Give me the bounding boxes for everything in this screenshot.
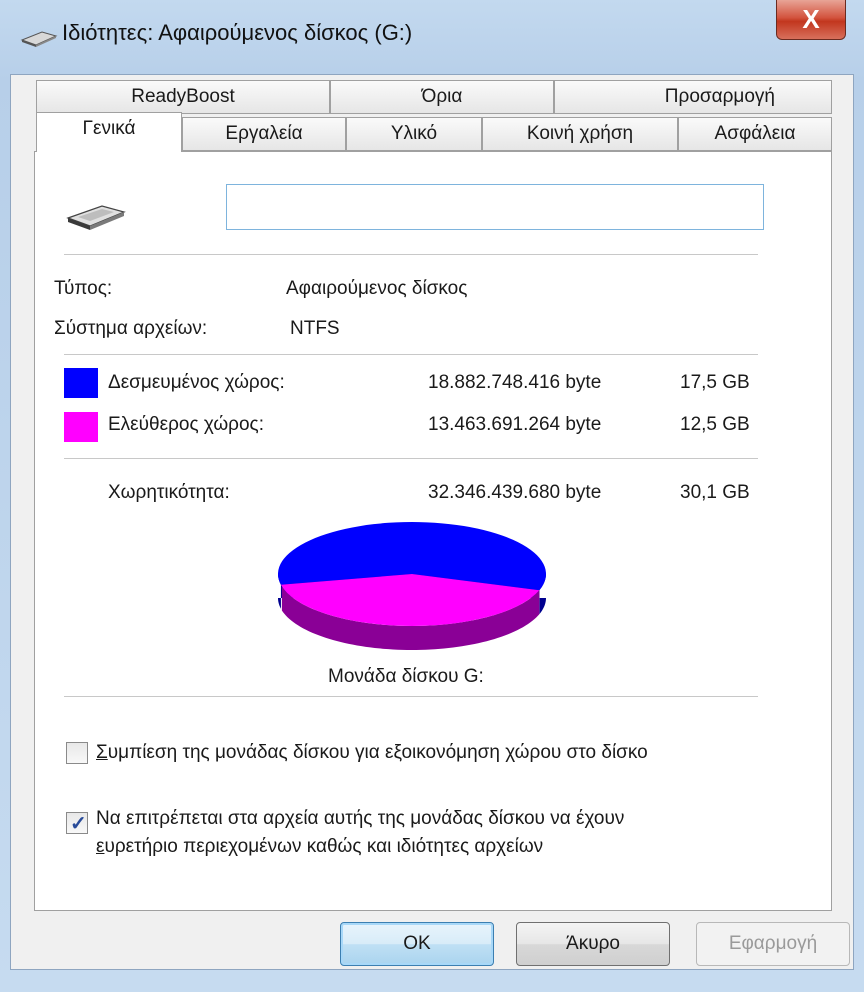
free-space-swatch xyxy=(64,412,98,442)
index-checkbox[interactable]: ✓ xyxy=(66,812,88,835)
cancel-button[interactable]: Άκυρο xyxy=(516,922,670,966)
drive-caption: Μονάδα δίσκου G: xyxy=(328,666,484,687)
compress-label-text: υμπίεση της μονάδας δίσκου για εξοικονόμ… xyxy=(107,742,648,763)
used-space-swatch xyxy=(64,368,98,398)
ok-button[interactable]: OK xyxy=(340,922,494,966)
window-title: Ιδιότητες: Αφαιρούμενος δίσκος (G:) xyxy=(62,20,413,45)
capacity-bytes: 32.346.439.680 byte xyxy=(428,482,602,503)
type-value: Αφαιρούμενος δίσκος xyxy=(286,278,468,299)
removable-drive-icon xyxy=(66,205,126,230)
compress-label[interactable]: Συμπίεση της μονάδας δίσκου για εξοικονό… xyxy=(96,742,648,764)
tab-general[interactable]: Γενικά xyxy=(36,112,182,152)
tab-customize[interactable]: Προσαρμογή xyxy=(554,80,832,114)
used-space-label: Δεσμευμένος χώρος: xyxy=(108,372,285,393)
tab-security[interactable]: Ασφάλεια xyxy=(678,117,832,151)
tab-readyboost[interactable]: ReadyBoost xyxy=(36,80,330,114)
free-space-gb: 12,5 GB xyxy=(680,414,750,435)
index-label-line1[interactable]: Να επιτρέπεται στα αρχεία αυτής της μονά… xyxy=(96,808,624,830)
capacity-label: Χωρητικότητα: xyxy=(108,482,230,503)
divider xyxy=(64,354,758,355)
divider xyxy=(64,254,758,255)
checkmark-icon: ✓ xyxy=(70,813,87,835)
compress-checkbox[interactable] xyxy=(66,742,88,764)
compress-access-key: Σ xyxy=(96,742,108,763)
close-icon: X xyxy=(802,4,820,34)
divider xyxy=(64,696,758,697)
divider xyxy=(64,458,758,459)
close-button[interactable]: X xyxy=(776,0,846,40)
used-space-gb: 17,5 GB xyxy=(680,372,750,393)
tab-hardware[interactable]: Υλικό xyxy=(346,117,482,151)
file-system-value: NTFS xyxy=(290,318,340,339)
tab-sharing[interactable]: Κοινή χρήση xyxy=(482,117,678,151)
properties-window: Ιδιότητες: Αφαιρούμενος δίσκος (G:) X Re… xyxy=(0,0,864,992)
removable-drive-icon xyxy=(20,31,58,47)
disk-usage-pie-chart xyxy=(278,522,546,650)
drive-name-input[interactable] xyxy=(226,184,764,230)
file-system-label: Σύστημα αρχείων: xyxy=(54,318,208,339)
tab-quota[interactable]: Όρια xyxy=(330,80,554,114)
index-label-text: υρετήριο περιεχομένων καθώς και ιδιότητε… xyxy=(104,836,544,857)
tab-tools[interactable]: Εργαλεία xyxy=(182,117,346,151)
apply-button[interactable]: Εφαρμογή xyxy=(696,922,850,966)
index-label-line2[interactable]: ευρετήριο περιεχομένων καθώς και ιδιότητ… xyxy=(96,836,543,858)
capacity-gb: 30,1 GB xyxy=(680,482,750,503)
title-bar[interactable]: Ιδιότητες: Αφαιρούμενος δίσκος (G:) X xyxy=(0,0,864,72)
used-space-bytes: 18.882.748.416 byte xyxy=(428,372,602,393)
free-space-bytes: 13.463.691.264 byte xyxy=(428,414,602,435)
free-space-label: Ελεύθερος χώρος: xyxy=(108,414,264,435)
type-label: Τύπος: xyxy=(54,278,113,299)
